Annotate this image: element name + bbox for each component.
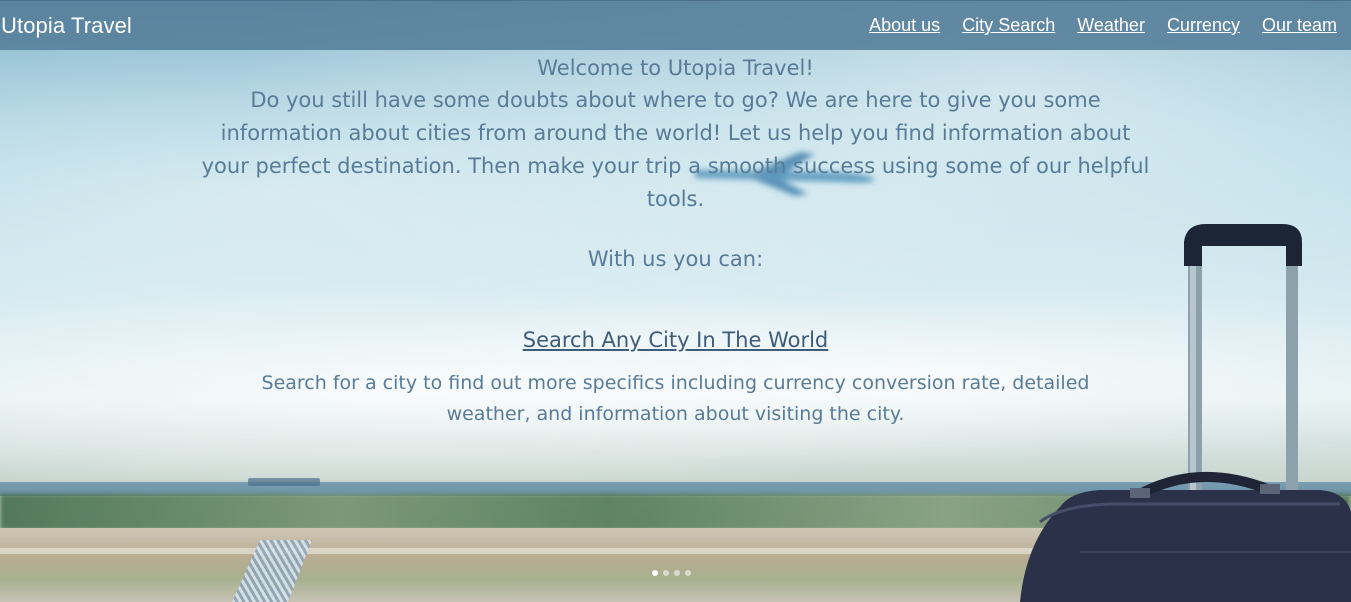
welcome-heading: Welcome to Utopia Travel! [537, 56, 814, 80]
carousel-indicator-dot[interactable] [663, 570, 669, 576]
nav-link-about-us[interactable]: About us [869, 15, 940, 36]
with-us-heading: With us you can: [587, 247, 764, 271]
navbar: Utopia Travel About us City Search Weath… [0, 0, 1351, 50]
carousel-indicator-dot[interactable] [685, 570, 691, 576]
nav-links: About us City Search Weather Currency Ou… [847, 15, 1351, 36]
page: Utopia Travel About us City Search Weath… [0, 0, 1351, 602]
carousel-indicator-dot[interactable] [674, 570, 680, 576]
ship-image [248, 478, 320, 486]
carousel-indicators [652, 570, 691, 576]
search-city-feature-link[interactable]: Search Any City In The World [523, 326, 829, 354]
intro-paragraph: Do you still have some doubts about wher… [201, 88, 1150, 211]
nav-link-weather[interactable]: Weather [1077, 15, 1145, 36]
hero-content: Welcome to Utopia Travel! Do you still h… [0, 50, 1351, 430]
nav-link-city-search[interactable]: City Search [962, 15, 1055, 36]
search-city-feature-description: Search for a city to find out more speci… [261, 372, 1090, 425]
carousel-indicator-dot[interactable] [652, 570, 658, 576]
nav-link-our-team[interactable]: Our team [1262, 15, 1337, 36]
nav-link-currency[interactable]: Currency [1167, 15, 1240, 36]
brand-logo-link[interactable]: Utopia Travel [0, 13, 132, 39]
